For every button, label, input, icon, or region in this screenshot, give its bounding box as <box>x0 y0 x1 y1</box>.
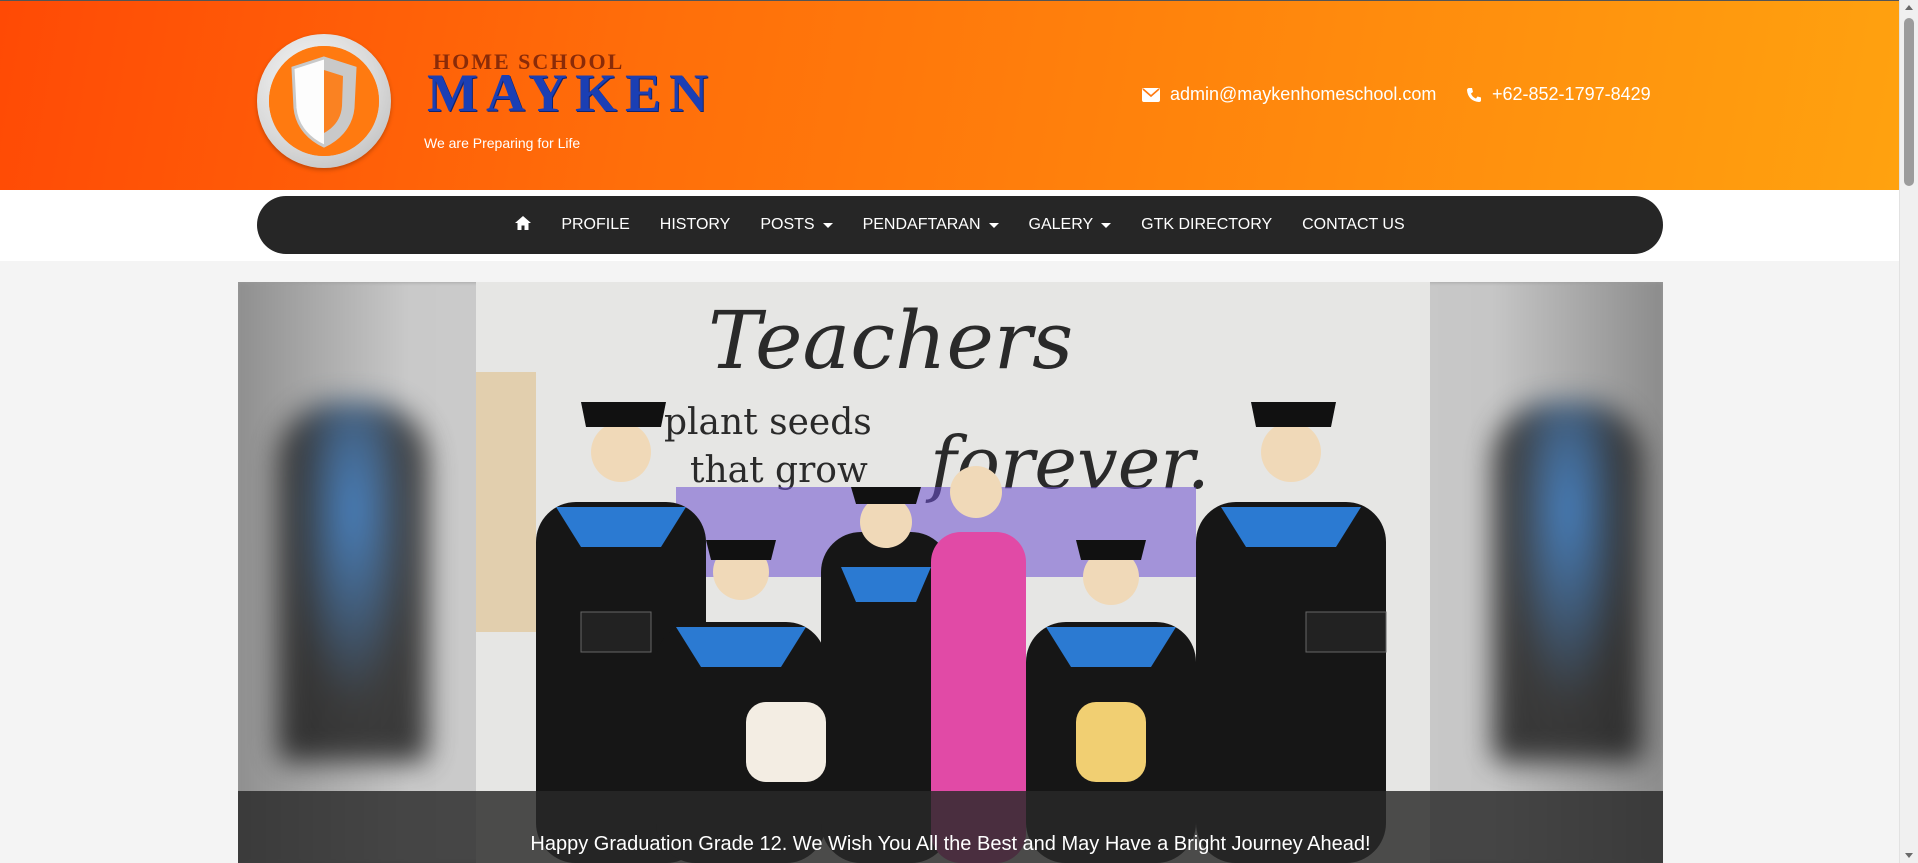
nav-gtk-directory[interactable]: GTK DIRECTORY <box>1126 196 1287 254</box>
home-icon <box>515 215 532 235</box>
nav-pendaftaran-dropdown[interactable]: PENDAFTARAN <box>848 196 1014 254</box>
nav-gtk-directory-label: GTK DIRECTORY <box>1141 216 1273 233</box>
contact-email-text[interactable]: admin@maykenhomeschool.com <box>1170 84 1436 105</box>
nav-galery-dropdown[interactable]: GALERY <box>1014 196 1127 254</box>
contact-email[interactable]: admin@maykenhomeschool.com <box>1142 84 1436 105</box>
brand-tagline: We are Preparing for Life <box>424 135 581 151</box>
caret-down-icon <box>1101 222 1112 228</box>
main-navigation: PROFILE HISTORY POSTS PENDAFTARAN GALERY… <box>257 196 1663 254</box>
nav-home[interactable] <box>500 196 546 254</box>
wall-text-line-2: plant seeds <box>664 402 872 443</box>
nav-galery-label: GALERY <box>1028 216 1094 233</box>
nav-profile[interactable]: PROFILE <box>546 196 644 254</box>
phone-icon <box>1466 87 1482 103</box>
nav-history[interactable]: HISTORY <box>645 196 746 254</box>
school-logo[interactable] <box>257 34 391 168</box>
scroll-up-icon[interactable] <box>1905 5 1913 10</box>
page-scrollbar[interactable] <box>1899 0 1918 863</box>
scrollbar-thumb[interactable] <box>1904 18 1914 186</box>
nav-posts-label: POSTS <box>760 216 815 233</box>
caret-down-icon <box>822 222 833 228</box>
envelope-icon <box>1142 87 1160 102</box>
nav-history-label: HISTORY <box>659 216 731 233</box>
caret-down-icon <box>988 222 999 228</box>
slide-photo: Teachers plant seeds that grow forever. <box>476 282 1430 863</box>
contact-phone-text[interactable]: +62-852-1797-8429 <box>1492 84 1651 105</box>
blurred-figure-right <box>1493 402 1643 762</box>
contact-phone[interactable]: +62-852-1797-8429 <box>1466 84 1651 105</box>
site-header: HOME SCHOOL MAYKEN We are Preparing for … <box>0 0 1900 191</box>
nav-profile-label: PROFILE <box>561 216 630 233</box>
shield-icon <box>269 46 379 156</box>
nav-contact-us-label: CONTACT US <box>1302 216 1405 233</box>
wall-text-line-3: that grow <box>690 450 868 491</box>
nav-posts-dropdown[interactable]: POSTS <box>745 196 847 254</box>
slide-caption: Happy Graduation Grade 12. We Wish You A… <box>238 791 1663 863</box>
slide-caption-text: Happy Graduation Grade 12. We Wish You A… <box>530 833 1371 855</box>
blurred-figure-left <box>278 402 428 762</box>
brand-title[interactable]: MAYKEN <box>427 65 716 121</box>
scroll-down-icon[interactable] <box>1905 853 1913 858</box>
nav-pendaftaran-label: PENDAFTARAN <box>862 216 981 233</box>
wall-text-teachers: Teachers <box>708 294 1073 387</box>
nav-contact-us[interactable]: CONTACT US <box>1287 196 1420 254</box>
hero-slider[interactable]: Teachers plant seeds that grow forever. <box>238 282 1663 863</box>
